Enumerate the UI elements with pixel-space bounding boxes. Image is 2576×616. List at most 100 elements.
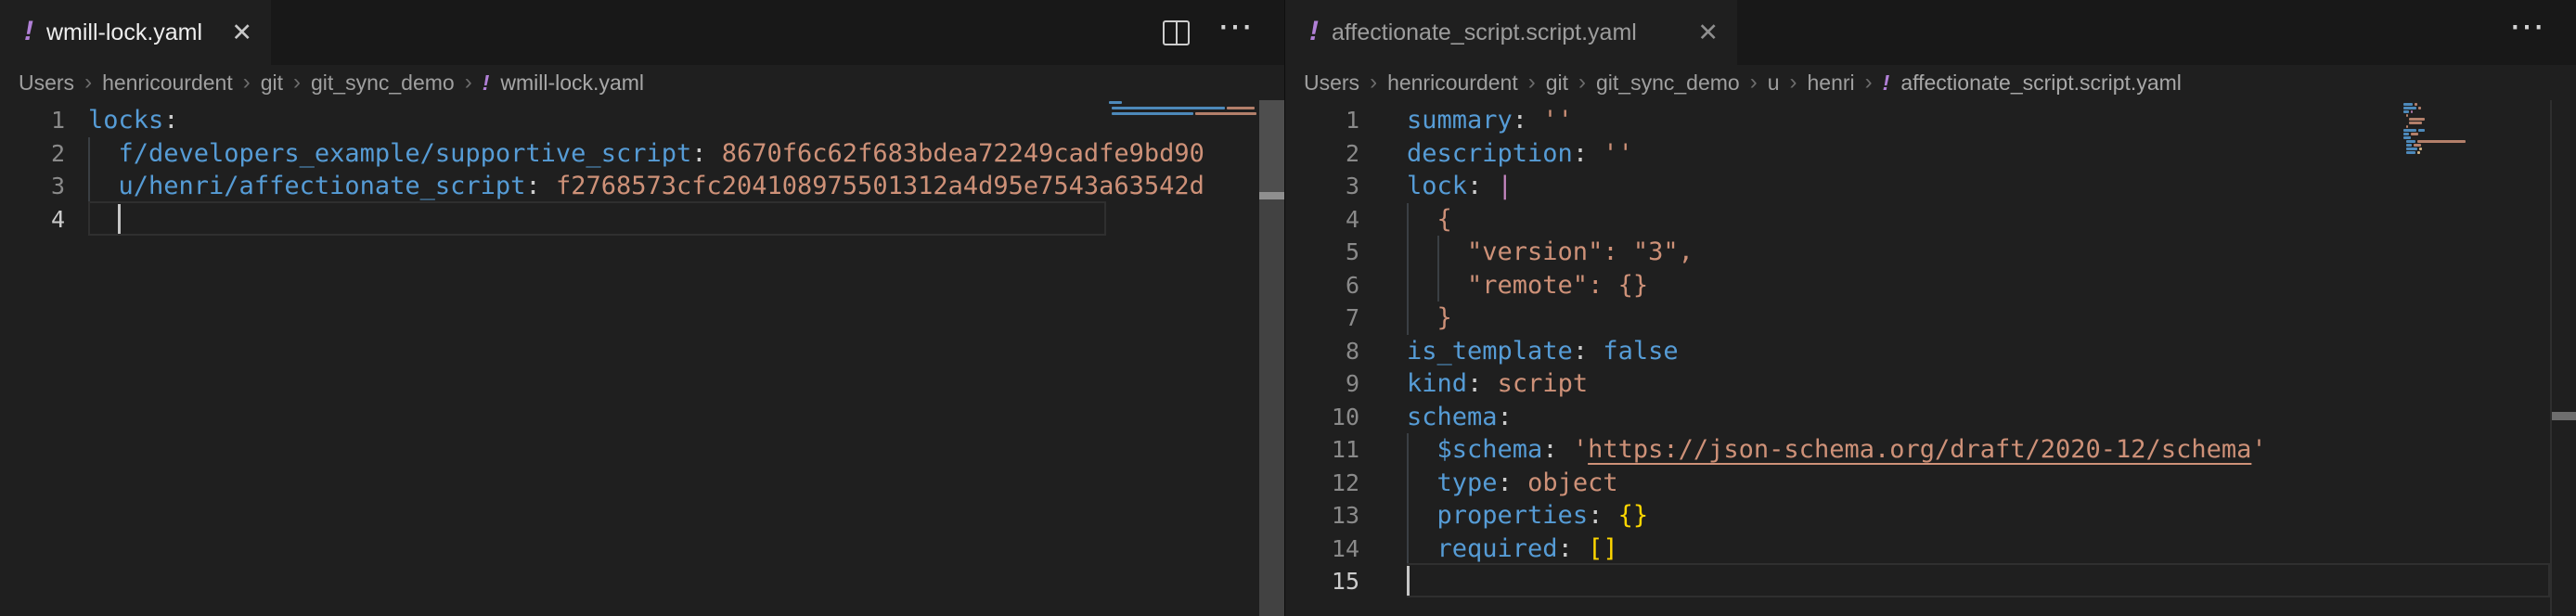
code-line-text: { — [1407, 203, 1452, 237]
tab-strip-empty — [271, 0, 1284, 65]
chevron-right-icon: › — [1578, 70, 1586, 96]
code-line[interactable]: 7 } — [1285, 302, 2576, 335]
current-line-highlight — [88, 201, 1106, 236]
line-number: 7 — [1285, 302, 1359, 335]
line-number: 8 — [1285, 335, 1359, 368]
code-line-text: type: object — [1407, 467, 1618, 500]
scrollbar-marker — [1259, 192, 1284, 199]
vertical-scrollbar[interactable] — [1259, 100, 1284, 616]
minimap-row — [2403, 151, 2511, 155]
chevron-right-icon: › — [293, 70, 301, 96]
breadcrumb-item[interactable]: git_sync_demo — [1596, 71, 1740, 96]
tab-bar-right: ! affectionate_script.script.yaml ✕ ⋯ — [1285, 0, 2576, 65]
line-number: 2 — [0, 137, 65, 171]
text-cursor — [118, 204, 121, 234]
editor-group-right: ! affectionate_script.script.yaml ✕ ⋯ Us… — [1285, 0, 2576, 616]
more-actions-icon[interactable]: ⋯ — [1217, 9, 1255, 45]
code-line-text: f/developers_example/supportive_script: … — [88, 137, 1204, 171]
tab-strip-empty — [1737, 0, 2576, 65]
code-line[interactable]: 6 "remote": {} — [1285, 269, 2576, 302]
code-line[interactable]: 3 lock: | — [1285, 170, 2576, 203]
tab-affectionate-script[interactable]: ! affectionate_script.script.yaml ✕ — [1285, 0, 1737, 65]
line-number: 14 — [1285, 533, 1359, 566]
split-editor-icon[interactable] — [1163, 20, 1190, 45]
indent-guide — [1437, 236, 1439, 302]
code-line[interactable]: 5 "version": "3", — [1285, 236, 2576, 269]
code-line-text: } — [1407, 302, 1452, 335]
code-line[interactable]: 10schema: — [1285, 401, 2576, 434]
code-line[interactable]: 3 u/henri/affectionate_script: f2768573c… — [0, 170, 1284, 203]
breadcrumb-item[interactable]: henricourdent — [1387, 71, 1518, 96]
breadcrumb-item[interactable]: git — [1546, 71, 1568, 96]
minimap[interactable] — [1107, 100, 1259, 118]
breadcrumb-item[interactable]: henricourdent — [102, 71, 233, 96]
code-line[interactable]: 12 type: object — [1285, 467, 2576, 500]
code-line[interactable]: 8 is_template: false — [1285, 335, 2576, 368]
line-number: 12 — [1285, 467, 1359, 500]
code-line[interactable]: 1summary: '' — [1285, 104, 2576, 137]
yaml-file-icon: ! — [1883, 71, 1890, 96]
close-tab-icon[interactable]: ✕ — [1697, 20, 1719, 45]
code-line[interactable]: 14 required: [] — [1285, 533, 2576, 566]
breadcrumb: Users›henricourdent›git›git_sync_demo›!w… — [0, 65, 1284, 100]
breadcrumb-item[interactable]: wmill-lock.yaml — [500, 71, 644, 96]
editor-group-left: ! wmill-lock.yaml ✕ ⋯ Users › henricourden… — [0, 0, 1284, 616]
line-number: 3 — [0, 170, 65, 203]
breadcrumb-item[interactable]: affectionate_script.script.yaml — [1900, 71, 2182, 96]
code-line-text: "version": "3", — [1407, 236, 1694, 269]
minimap[interactable] — [2403, 100, 2511, 155]
code-lines: 1summary: ''2description: ''3 lock: |4 {5… — [1285, 104, 2576, 598]
chevron-right-icon: › — [1790, 70, 1797, 96]
vscode-editor-area: ! wmill-lock.yaml ✕ ⋯ Users › henricourden… — [0, 0, 2576, 616]
code-line[interactable]: 4 { — [1285, 203, 2576, 237]
code-line-text: locks: — [88, 104, 179, 137]
code-line-text: "remote": {} — [1407, 269, 1648, 302]
breadcrumb-item[interactable]: Users — [1304, 71, 1359, 96]
code-line-text: lock: | — [1407, 170, 1513, 203]
line-number: 6 — [1285, 269, 1359, 302]
yaml-file-icon: ! — [1309, 18, 1319, 45]
line-number: 1 — [1285, 104, 1359, 137]
indent-guide — [1407, 203, 1409, 335]
code-line[interactable]: 11 $schema: 'https://json-schema.org/dra… — [1285, 433, 2576, 467]
code-line[interactable]: 9 kind: script — [1285, 367, 2576, 401]
code-line[interactable]: 1locks: — [0, 104, 1284, 137]
tab-label: wmill-lock.yaml — [46, 19, 202, 46]
current-line-highlight — [1407, 563, 2550, 597]
breadcrumb-item[interactable]: git_sync_demo — [311, 71, 455, 96]
indent-guide — [1407, 433, 1409, 565]
code-line-text: kind: script — [1407, 367, 1588, 401]
breadcrumb-item[interactable]: Users — [19, 71, 74, 96]
code-line-text: required: [] — [1407, 533, 1618, 566]
yaml-file-icon: ! — [483, 71, 490, 96]
line-number: 9 — [1285, 367, 1359, 401]
close-tab-icon[interactable]: ✕ — [231, 20, 252, 45]
code-line[interactable]: 13 properties: {} — [1285, 499, 2576, 533]
tab-wmill-lock[interactable]: ! wmill-lock.yaml ✕ — [0, 0, 271, 65]
scrollbar-thumb[interactable] — [1259, 100, 1284, 192]
code-editor-left[interactable]: 1locks:2 f/developers_example/supportive… — [0, 100, 1284, 616]
code-editor-right[interactable]: 1summary: ''2description: ''3 lock: |4 {5… — [1285, 100, 2576, 616]
breadcrumb-item[interactable]: git — [261, 71, 283, 96]
chevron-right-icon: › — [1865, 70, 1873, 96]
breadcrumb-item[interactable]: u — [1768, 71, 1780, 96]
chevron-right-icon: › — [1528, 70, 1536, 96]
code-line-text: properties: {} — [1407, 499, 1648, 533]
line-number: 15 — [1285, 565, 1359, 598]
line-number: 3 — [1285, 170, 1359, 203]
more-actions-icon[interactable]: ⋯ — [2509, 9, 2546, 45]
code-line[interactable]: 2 f/developers_example/supportive_script… — [0, 137, 1284, 171]
code-line[interactable]: 2description: '' — [1285, 137, 2576, 171]
breadcrumb: Users›henricourdent›git›git_sync_demo›u›… — [1285, 65, 2576, 100]
line-number: 10 — [1285, 401, 1359, 434]
chevron-right-icon: › — [465, 70, 472, 96]
code-line-text: is_template: false — [1407, 335, 1679, 368]
breadcrumb-item[interactable]: henri — [1808, 71, 1855, 96]
code-line-text: $schema: 'https://json-schema.org/draft/… — [1407, 433, 2267, 467]
indent-guide — [88, 137, 90, 203]
tab-bar-actions-left: ⋯ — [1163, 0, 1255, 65]
tab-label: affectionate_script.script.yaml — [1332, 19, 1637, 46]
tab-bar-left: ! wmill-lock.yaml ✕ ⋯ — [0, 0, 1284, 65]
chevron-right-icon: › — [84, 70, 92, 96]
line-number: 13 — [1285, 499, 1359, 533]
